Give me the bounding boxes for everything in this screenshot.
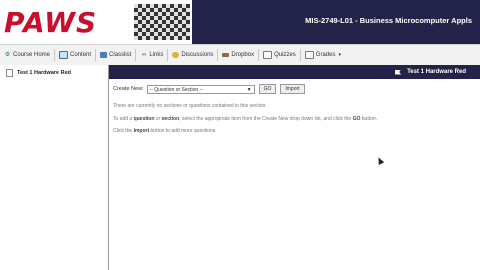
- nav-label: Quizzes: [274, 52, 296, 58]
- nav-label: Classlist: [109, 52, 132, 58]
- checkered-flag-graphic: [134, 4, 190, 40]
- quizzes-icon: [263, 51, 273, 59]
- main-title: Test 1 Hardware Red: [395, 69, 466, 75]
- nav-dropbox[interactable]: Dropbox: [218, 49, 260, 61]
- flag-icon: [395, 69, 402, 75]
- course-navbar: ⚙ Course Home Content Classlist ∞ Links …: [0, 44, 480, 66]
- create-toolbar: Create New: -- Question or Section -- ▼ …: [109, 81, 480, 97]
- go-button[interactable]: GO: [258, 84, 277, 94]
- nav-label: Content: [70, 52, 92, 58]
- nav-grades[interactable]: Grades ▾: [301, 49, 345, 61]
- nav-label: Discussions: [181, 52, 214, 58]
- message-text: , select the appropriate item from the C…: [179, 115, 353, 122]
- grades-icon: [304, 51, 314, 59]
- header-banner: PAWS MIS-2749-L01 - Business Microcomput…: [0, 0, 480, 44]
- links-icon: ∞: [141, 52, 147, 58]
- header-title-bar: MIS-2749-L01 - Business Microcomputer Ap…: [192, 0, 480, 44]
- create-new-label: Create New:: [113, 86, 144, 92]
- message-text: To add a: [113, 115, 134, 122]
- course-title: MIS-2749-L01 - Business Microcomputer Ap…: [305, 16, 472, 25]
- message-emphasis: section: [161, 115, 180, 122]
- message-emphasis: question: [133, 115, 155, 122]
- home-icon: ⚙: [4, 52, 11, 58]
- main-header: Test 1 Hardware Red: [109, 65, 480, 79]
- sidebar: Test 1 Hardware Red: [0, 65, 109, 270]
- discussions-icon: [172, 52, 180, 58]
- nav-quizzes[interactable]: Quizzes: [259, 49, 301, 61]
- nav-label: Links: [149, 52, 164, 58]
- chevron-down-icon[interactable]: ▾: [338, 52, 341, 58]
- message-text: Click the: [113, 128, 134, 134]
- message-text: or: [154, 115, 162, 122]
- nav-label: Grades: [315, 52, 336, 58]
- nav-classlist[interactable]: Classlist: [96, 49, 137, 61]
- sidebar-item-test-1[interactable]: Test 1 Hardware Red: [0, 65, 108, 81]
- classlist-icon: [100, 52, 108, 58]
- nav-label: Dropbox: [231, 52, 255, 58]
- message-line-3: Click the Import button to add more ques…: [113, 128, 476, 134]
- nav-content[interactable]: Content: [55, 49, 97, 61]
- message-text: button to add more questions.: [149, 128, 217, 134]
- document-icon: [6, 69, 13, 77]
- content-icon: [59, 51, 69, 59]
- chevron-down-icon: ▼: [246, 86, 252, 93]
- nav-label: Course Home: [13, 52, 51, 58]
- message-text: There are currently no sections or quest…: [113, 103, 267, 109]
- message-emphasis: Import: [133, 128, 150, 134]
- message-text: button.: [360, 115, 378, 122]
- message-line-1: There are currently no sections or quest…: [113, 103, 476, 109]
- message-line-2: To add a question or section, select the…: [113, 116, 476, 122]
- create-new-select-value: -- Question or Section --: [149, 86, 203, 93]
- nav-links[interactable]: ∞ Links: [136, 49, 169, 61]
- empty-section-message: There are currently no sections or quest…: [109, 97, 480, 134]
- nav-course-home[interactable]: ⚙ Course Home: [0, 49, 56, 61]
- main-title-text: Test 1 Hardware Red: [407, 69, 466, 75]
- create-new-select[interactable]: -- Question or Section -- ▼: [146, 84, 255, 94]
- nav-discussions[interactable]: Discussions: [168, 49, 219, 61]
- sidebar-item-label: Test 1 Hardware Red: [17, 70, 72, 76]
- import-button[interactable]: Import: [280, 84, 305, 94]
- main-panel: Test 1 Hardware Red Create New: -- Quest…: [109, 65, 480, 270]
- dropbox-icon: [222, 53, 230, 57]
- paws-logo[interactable]: PAWS: [4, 6, 97, 39]
